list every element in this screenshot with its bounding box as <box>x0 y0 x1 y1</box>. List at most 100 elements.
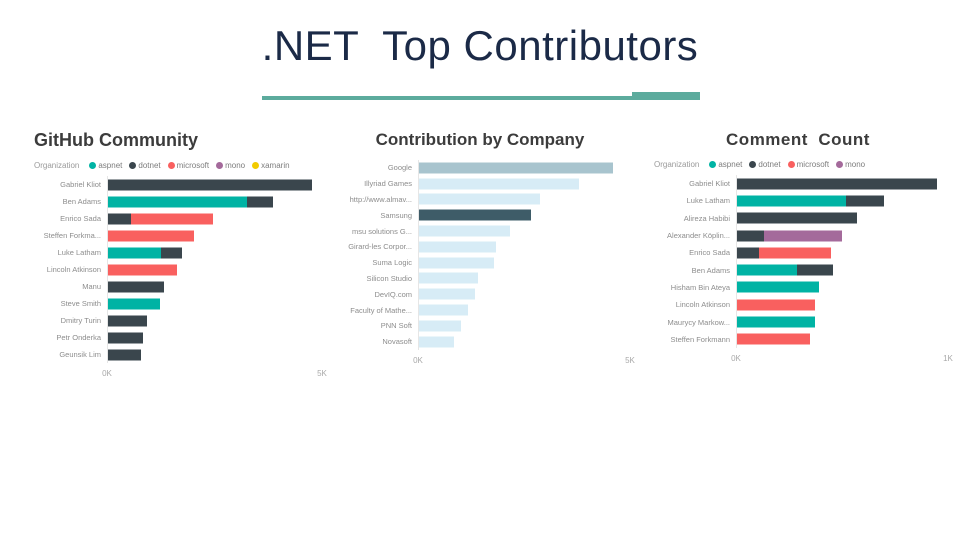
chart-row: http://www.almav... <box>330 191 630 208</box>
chart-bar[interactable] <box>108 213 214 224</box>
chart-bar-segment-aspnet[interactable] <box>737 281 820 293</box>
chart-bar[interactable] <box>108 332 144 343</box>
chart-bar-segment-microsoft[interactable] <box>108 230 194 241</box>
chart-bar-segment-microsoft[interactable] <box>131 213 214 224</box>
chart-bar[interactable] <box>737 230 843 242</box>
chart-bar[interactable] <box>737 281 820 293</box>
legend-item-dotnet[interactable]: dotnet <box>129 161 161 170</box>
chart-bar[interactable] <box>419 320 462 332</box>
legend-item-aspnet[interactable]: aspnet <box>709 160 742 169</box>
chart-bar[interactable] <box>737 299 816 311</box>
chart-bar-segment-microsoft[interactable] <box>737 333 811 345</box>
chart-bar-track <box>107 210 322 227</box>
chart-bar-track <box>418 317 630 334</box>
chart-bar-segment-aspnet[interactable] <box>737 316 816 328</box>
chart-bar-segment-dotnet[interactable] <box>108 315 147 326</box>
chart-row: Ben Adams <box>648 261 948 279</box>
chart-bar-segment-aspnet[interactable] <box>108 298 161 309</box>
chart-bar-segment-dotnet[interactable] <box>108 349 141 360</box>
chart-bar-segment-dotnet[interactable] <box>108 179 312 190</box>
chart-bar[interactable] <box>737 212 858 224</box>
chart-bar[interactable] <box>419 241 497 253</box>
chart-bar[interactable] <box>108 179 312 190</box>
chart-row: Novasoft <box>330 333 630 350</box>
chart-bar-segment-dotnet[interactable] <box>845 195 884 207</box>
legend-label-mono: mono <box>845 160 866 169</box>
chart-row-label: Alireza Habibi <box>683 213 730 223</box>
chart-bar[interactable] <box>419 209 532 221</box>
legend-label-dotnet: dotnet <box>758 160 781 169</box>
chart-row-label: Hisham Bin Ateya <box>670 282 730 292</box>
legend-swatch-xamarin <box>252 162 260 169</box>
chart-bar-segment-dotnet[interactable] <box>737 212 858 224</box>
axis-track: 0K 1K <box>731 354 953 366</box>
chart-row-label: Samsung <box>380 210 412 220</box>
chart-bar[interactable] <box>419 304 468 316</box>
chart-bar-track <box>418 302 630 318</box>
chart-bar[interactable] <box>737 316 816 328</box>
chart-bar-track <box>736 226 948 245</box>
chart-bar[interactable] <box>419 288 475 300</box>
chart-bar-segment-dotnet[interactable] <box>737 230 765 242</box>
legend-item-microsoft[interactable]: microsoft <box>787 160 829 169</box>
chart-row: Faculty of Mathe... <box>330 302 630 318</box>
chart-bar-segment-microsoft[interactable] <box>737 299 816 311</box>
axis-track: 0K 5K <box>102 369 327 381</box>
chart-bar[interactable] <box>108 315 147 326</box>
chart-row: Maurycy Markow... <box>648 313 948 331</box>
chart-bar-segment-dotnet[interactable] <box>797 264 833 276</box>
chart-bar[interactable] <box>419 336 454 348</box>
chart-bar-segment-dotnet[interactable] <box>108 281 164 292</box>
chart-bar-segment-dotnet[interactable] <box>108 213 132 224</box>
chart-bar[interactable] <box>419 225 511 237</box>
chart-bar[interactable] <box>737 247 831 259</box>
chart-bar[interactable] <box>737 178 938 190</box>
chart-bar-segment-aspnet[interactable] <box>108 247 162 258</box>
legend-item-mono[interactable]: mono <box>216 161 245 170</box>
chart-bar[interactable] <box>419 272 479 284</box>
chart-bar-segment-aspnet[interactable] <box>737 264 798 276</box>
chart-bar-track <box>107 261 322 278</box>
chart-bar[interactable] <box>108 281 164 292</box>
chart-bar[interactable] <box>108 349 141 360</box>
chart-bar[interactable] <box>737 264 833 276</box>
legend-swatch-microsoft <box>167 162 175 169</box>
chart-bar[interactable] <box>108 230 194 241</box>
chart-bar-track <box>736 192 948 210</box>
chart-bar-segment-dotnet[interactable] <box>246 196 274 207</box>
chart-bar-track <box>107 227 322 244</box>
chart-row: Samsung <box>330 207 630 224</box>
legend-item-xamarin[interactable]: xamarin <box>252 161 290 170</box>
chart-bar-segment-aspnet[interactable] <box>737 195 846 207</box>
chart-bar[interactable] <box>108 264 178 275</box>
chart-bar-segment-dotnet[interactable] <box>737 247 760 259</box>
chart-title-contribution-by-company: Contribution by Company <box>375 130 585 149</box>
chart-bar-segment-dotnet[interactable] <box>161 247 182 258</box>
chart-bar-segment-mono[interactable] <box>764 230 843 242</box>
chart-bar[interactable] <box>419 193 540 205</box>
chart-bar[interactable] <box>108 247 182 258</box>
legend-item-aspnet[interactable]: aspnet <box>89 161 122 170</box>
chart-bar[interactable] <box>419 178 580 190</box>
legend-item-mono[interactable]: mono <box>836 160 865 169</box>
chart-row: PNN Soft <box>330 317 630 334</box>
chart-bar[interactable] <box>108 196 274 207</box>
chart-bar[interactable] <box>419 257 495 269</box>
chart-bar-segment-aspnet[interactable] <box>108 196 247 207</box>
chart-bar[interactable] <box>737 333 811 345</box>
chart-row: DevIQ.com <box>330 286 630 303</box>
plot-area-comment-count: Gabriel Kliot Luke Latham Alireza Habibi Al… <box>648 175 953 366</box>
legend-label-mono: mono <box>225 161 246 170</box>
legend-item-dotnet[interactable]: dotnet <box>749 160 781 169</box>
chart-bar-segment-microsoft[interactable] <box>759 247 831 259</box>
chart-bar[interactable] <box>419 162 614 174</box>
chart-bar-segment-dotnet[interactable] <box>108 332 144 343</box>
chart-row-label: PNN Soft <box>380 321 412 331</box>
chart-bar[interactable] <box>737 195 884 207</box>
chart-bar-segment-microsoft[interactable] <box>108 264 178 275</box>
chart-bar-segment-dotnet[interactable] <box>737 178 938 190</box>
title-underline-rule <box>262 96 700 100</box>
chart-bar[interactable] <box>108 298 161 309</box>
chart-row-label: Gabriel Kliot <box>689 179 730 189</box>
legend-item-microsoft[interactable]: microsoft <box>167 161 209 170</box>
